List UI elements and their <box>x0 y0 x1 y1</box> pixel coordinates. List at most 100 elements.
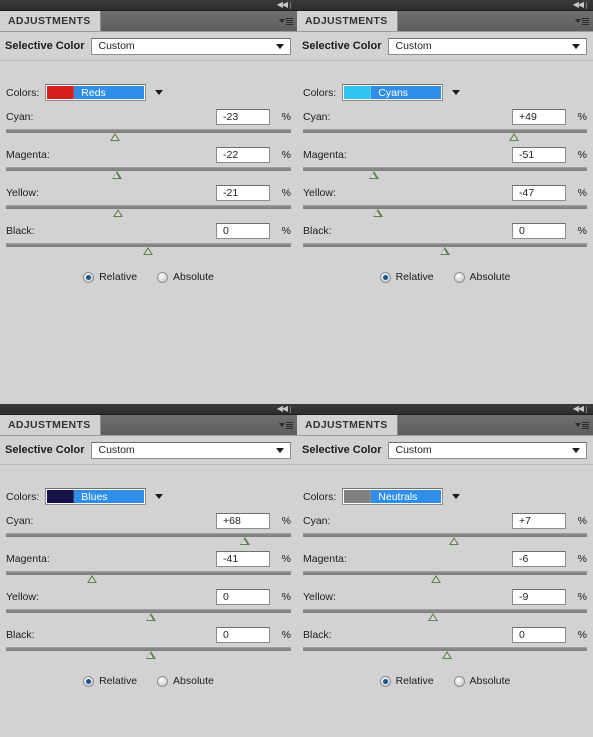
magenta-slider[interactable] <box>6 166 291 183</box>
panel-menu-icon[interactable] <box>279 419 293 431</box>
panel-menu-icon[interactable] <box>575 15 589 27</box>
slider-thumb[interactable] <box>430 575 442 583</box>
slider-thumb[interactable] <box>110 133 121 141</box>
preset-dropdown[interactable]: Custom <box>91 37 291 55</box>
slider-thumb[interactable] <box>442 651 453 659</box>
radio-relative[interactable]: Relative <box>83 675 137 687</box>
black-input[interactable]: 0 <box>216 627 270 643</box>
slider-track <box>6 205 291 209</box>
slider-row-yellow: Yellow: -47 % <box>303 183 587 203</box>
yellow-slider[interactable] <box>6 608 291 625</box>
slider-row-yellow: Yellow: 0 % <box>6 587 291 607</box>
radio-relative[interactable]: Relative <box>83 271 137 283</box>
magenta-slider[interactable] <box>6 570 291 587</box>
radio-relative[interactable]: Relative <box>379 271 434 283</box>
black-slider[interactable] <box>303 242 587 259</box>
yellow-slider[interactable] <box>303 608 587 625</box>
cyan-slider[interactable] <box>303 128 587 145</box>
cyan-slider[interactable] <box>6 128 291 145</box>
radio-relative[interactable]: Relative <box>379 675 434 687</box>
panel-body: Colors: Cyans Cyan: +49 % Magenta: -51 %… <box>297 61 593 283</box>
slider-thumb[interactable] <box>145 651 157 659</box>
slider-thumb[interactable] <box>239 537 251 545</box>
slider-thumb[interactable] <box>113 209 124 217</box>
slider-thumb[interactable] <box>449 537 460 545</box>
cyan-slider[interactable] <box>6 532 291 549</box>
colors-row: Colors: Cyans <box>303 61 587 101</box>
radio-absolute[interactable]: Absolute <box>157 675 214 687</box>
yellow-label: Yellow: <box>6 187 39 199</box>
chevron-down-icon[interactable] <box>155 494 164 499</box>
yellow-input[interactable]: -9 <box>512 589 566 605</box>
black-slider[interactable] <box>6 646 291 663</box>
panel-tab-row: ADJUSTMENTS <box>0 415 297 436</box>
chevron-down-icon[interactable] <box>452 90 461 95</box>
cyan-input[interactable]: +68 <box>216 513 270 529</box>
colors-dropdown[interactable]: Cyans <box>342 84 444 101</box>
tab-adjustments[interactable]: ADJUSTMENTS <box>297 415 398 435</box>
cyan-input[interactable]: +7 <box>512 513 566 529</box>
yellow-input[interactable]: 0 <box>216 589 270 605</box>
black-label: Black: <box>303 629 332 641</box>
magenta-input[interactable]: -51 <box>512 147 566 163</box>
panel-menu-icon[interactable] <box>279 15 293 27</box>
slider-thumb[interactable] <box>372 209 384 217</box>
black-slider[interactable] <box>303 646 587 663</box>
slider-thumb[interactable] <box>428 613 439 621</box>
slider-thumb[interactable] <box>111 171 123 179</box>
magenta-slider[interactable] <box>303 570 587 587</box>
cyan-input[interactable]: -23 <box>216 109 270 125</box>
black-input[interactable]: 0 <box>216 223 270 239</box>
preset-value: Custom <box>98 444 135 456</box>
magenta-label: Magenta: <box>303 149 347 161</box>
magenta-input[interactable]: -41 <box>216 551 270 567</box>
collapse-to-icons-icon[interactable]: ◀◀ <box>565 404 587 414</box>
colors-dropdown[interactable]: Reds <box>45 84 147 101</box>
black-slider[interactable] <box>6 242 291 259</box>
preset-dropdown[interactable]: Custom <box>388 441 587 459</box>
cyan-input[interactable]: +49 <box>512 109 566 125</box>
chevron-down-icon[interactable] <box>452 494 461 499</box>
radio-dot-icon <box>379 271 391 283</box>
radio-absolute[interactable]: Absolute <box>453 675 511 687</box>
black-input[interactable]: 0 <box>512 627 566 643</box>
colors-label: Colors: <box>6 490 40 503</box>
cyan-slider[interactable] <box>303 532 587 549</box>
magenta-input[interactable]: -22 <box>216 147 270 163</box>
cyan-percent-symbol: % <box>281 515 291 527</box>
black-input[interactable]: 0 <box>512 223 566 239</box>
panel-body: Colors: Reds Cyan: -23 % Magenta: -22 % … <box>0 61 297 283</box>
tab-adjustments[interactable]: ADJUSTMENTS <box>0 11 101 31</box>
selective-color-header: Selective Color Custom <box>297 32 593 61</box>
radio-absolute[interactable]: Absolute <box>157 271 214 283</box>
chevron-down-icon[interactable] <box>155 90 164 95</box>
tab-adjustments[interactable]: ADJUSTMENTS <box>297 11 398 31</box>
colors-dropdown[interactable]: Blues <box>45 488 147 505</box>
tab-empty-area <box>398 11 593 31</box>
magenta-slider[interactable] <box>303 166 587 183</box>
collapse-to-icons-icon[interactable]: ◀◀ <box>269 0 291 10</box>
collapse-to-icons-icon[interactable]: ◀◀ <box>269 404 291 414</box>
radio-absolute[interactable]: Absolute <box>453 271 510 283</box>
page-title: Selective Color <box>5 40 85 52</box>
yellow-input[interactable]: -21 <box>216 185 270 201</box>
slider-thumb[interactable] <box>509 133 520 141</box>
slider-thumb[interactable] <box>439 247 451 255</box>
preset-dropdown[interactable]: Custom <box>91 441 291 459</box>
yellow-slider[interactable] <box>6 204 291 221</box>
magenta-input[interactable]: -6 <box>512 551 566 567</box>
slider-thumb[interactable] <box>145 613 157 621</box>
colors-dropdown[interactable]: Neutrals <box>342 488 444 505</box>
preset-dropdown[interactable]: Custom <box>388 37 587 55</box>
yellow-input[interactable]: -47 <box>512 185 566 201</box>
collapse-to-icons-icon[interactable]: ◀◀ <box>565 0 587 10</box>
slider-thumb[interactable] <box>87 575 98 583</box>
panel-menu-icon[interactable] <box>575 419 589 431</box>
tab-adjustments[interactable]: ADJUSTMENTS <box>0 415 101 435</box>
slider-thumb[interactable] <box>368 171 380 179</box>
cyan-label: Cyan: <box>6 111 34 123</box>
radio-absolute-label: Absolute <box>469 675 511 687</box>
radio-dot-icon <box>453 675 465 687</box>
slider-thumb[interactable] <box>143 247 154 255</box>
yellow-slider[interactable] <box>303 204 587 221</box>
